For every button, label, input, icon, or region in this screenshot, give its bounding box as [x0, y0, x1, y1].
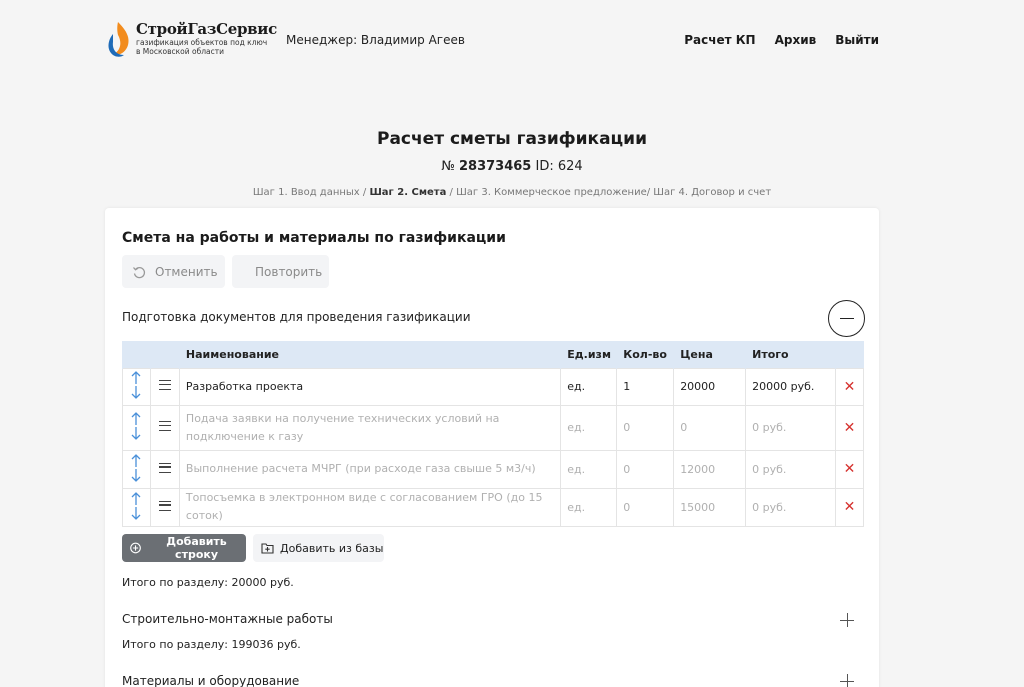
- col-unit: Ед.изм: [560, 341, 617, 368]
- row-price[interactable]: 0: [673, 404, 747, 451]
- undo-button[interactable]: Отменить: [122, 255, 225, 288]
- row-price[interactable]: 20000: [673, 367, 747, 406]
- table-header-row: Наименование Ед.изм Кол-во Цена Итого: [122, 341, 864, 368]
- row-price[interactable]: 15000: [673, 487, 747, 527]
- drag-handle-icon[interactable]: [149, 487, 180, 527]
- row-total: 0 руб.: [745, 449, 836, 489]
- drag-handle-icon[interactable]: [149, 449, 180, 489]
- drag-handle-icon[interactable]: [149, 404, 180, 451]
- redo-button[interactable]: Повторить: [232, 255, 329, 288]
- redo-label: Повторить: [255, 264, 323, 279]
- delete-row-icon[interactable]: ✕: [834, 404, 865, 451]
- row-name[interactable]: Подача заявки на получение технических у…: [178, 404, 562, 451]
- section-total-construction: Итого по разделу: 199036 руб.: [122, 638, 301, 651]
- section-total-documents: Итого по разделу: 20000 руб.: [122, 576, 294, 589]
- row-unit[interactable]: ед.: [560, 449, 618, 489]
- section-title-materials[interactable]: Материалы и оборудование: [122, 674, 299, 687]
- nav-logout-link[interactable]: Выйти: [835, 33, 879, 47]
- col-total: Итого: [745, 341, 836, 368]
- undo-icon: [133, 266, 146, 278]
- table-row: Разработка проекта ед. 1 20000 20000 руб…: [122, 367, 865, 406]
- estimate-number: № 28373465 ID: 624: [0, 159, 1024, 174]
- add-row-label: Добавить строку: [166, 535, 227, 561]
- nav-calc-link[interactable]: Расчет КП: [684, 33, 755, 47]
- plus-circle-icon: [130, 542, 141, 554]
- add-row-button[interactable]: Добавить строку: [122, 534, 246, 562]
- undo-label: Отменить: [155, 264, 218, 279]
- delete-row-icon[interactable]: ✕: [834, 449, 865, 489]
- row-qty[interactable]: 0: [616, 404, 675, 451]
- nav-archive-link[interactable]: Архив: [775, 33, 817, 47]
- row-total: 0 руб.: [745, 404, 836, 451]
- estimate-number-value: 28373465: [458, 159, 532, 174]
- expand-materials-icon[interactable]: [840, 674, 854, 687]
- row-qty[interactable]: 1: [616, 367, 675, 406]
- move-arrows-icon[interactable]: [122, 367, 151, 406]
- add-from-base-label: Добавить из базы: [280, 541, 384, 555]
- step-rest[interactable]: / Шаг 3. Коммерческое предложение/ Шаг 4…: [450, 187, 772, 198]
- row-name[interactable]: Топосъемка в электронном виде с согласов…: [178, 487, 562, 527]
- section-title-construction[interactable]: Строительно-монтажные работы: [122, 612, 333, 626]
- brand-tagline-2: в Московской области: [136, 47, 224, 56]
- delete-row-icon[interactable]: ✕: [834, 487, 865, 527]
- row-total: 0 руб.: [745, 487, 836, 527]
- brand-tagline-1: газификация объектов под ключ: [136, 38, 268, 47]
- drag-handle-icon[interactable]: [149, 367, 180, 406]
- row-qty[interactable]: 0: [616, 487, 675, 527]
- page-title: Расчет сметы газификации: [377, 129, 647, 149]
- table-row: Подача заявки на получение технических у…: [122, 404, 865, 451]
- move-arrows-icon[interactable]: [122, 404, 151, 451]
- delete-row-icon[interactable]: ✕: [834, 367, 865, 406]
- minus-icon: [839, 317, 854, 320]
- brand-name: СтройГазСервис: [136, 20, 277, 38]
- row-total: 20000 руб.: [745, 367, 836, 406]
- flame-logo-icon: [108, 22, 129, 57]
- top-nav: Расчет КП Архив Выйти: [684, 33, 879, 47]
- col-qty: Кол-во: [616, 341, 674, 368]
- estimate-table: Наименование Ед.изм Кол-во Цена Итого Ра…: [122, 341, 865, 527]
- row-unit[interactable]: ед.: [560, 404, 618, 451]
- table-row: Топосъемка в электронном виде с согласов…: [122, 487, 865, 527]
- folder-plus-icon: [261, 543, 274, 554]
- estimate-id: ID: 624: [535, 159, 583, 174]
- add-from-base-button[interactable]: Добавить из базы: [253, 534, 384, 562]
- col-drag: [149, 341, 180, 368]
- breadcrumb: Шаг 1. Ввод данных / Шаг 2. Смета / Шаг …: [0, 187, 1024, 198]
- col-price: Цена: [673, 341, 746, 368]
- step-2-current: Шаг 2. Смета: [369, 187, 447, 198]
- logo[interactable]: СтройГазСервис газификация объектов под …: [104, 20, 277, 60]
- col-delete: [834, 341, 864, 368]
- expand-construction-icon[interactable]: [840, 613, 854, 627]
- table-row: Выполнение расчета МЧРГ (при расходе газ…: [122, 449, 865, 489]
- col-move: [122, 341, 151, 368]
- row-name[interactable]: Выполнение расчета МЧРГ (при расходе газ…: [178, 449, 562, 489]
- row-name[interactable]: Разработка проекта: [178, 367, 562, 406]
- estimate-card: Смета на работы и материалы по газификац…: [105, 208, 879, 687]
- row-unit[interactable]: ед.: [560, 487, 618, 527]
- step-1[interactable]: Шаг 1. Ввод данных /: [253, 187, 366, 198]
- collapse-section-button[interactable]: [828, 300, 865, 337]
- move-arrows-icon[interactable]: [122, 487, 151, 527]
- move-arrows-icon[interactable]: [122, 449, 151, 489]
- manager-name: Менеджер: Владимир Агеев: [286, 33, 465, 47]
- row-price[interactable]: 12000: [673, 449, 747, 489]
- row-qty[interactable]: 0: [616, 449, 675, 489]
- row-unit[interactable]: ед.: [560, 367, 618, 406]
- header: СтройГазСервис газификация объектов под …: [0, 0, 1024, 80]
- card-title: Смета на работы и материалы по газификац…: [122, 230, 506, 246]
- col-name: Наименование: [178, 341, 561, 368]
- number-prefix: №: [441, 159, 455, 174]
- section-title-documents[interactable]: Подготовка документов для проведения газ…: [122, 310, 471, 324]
